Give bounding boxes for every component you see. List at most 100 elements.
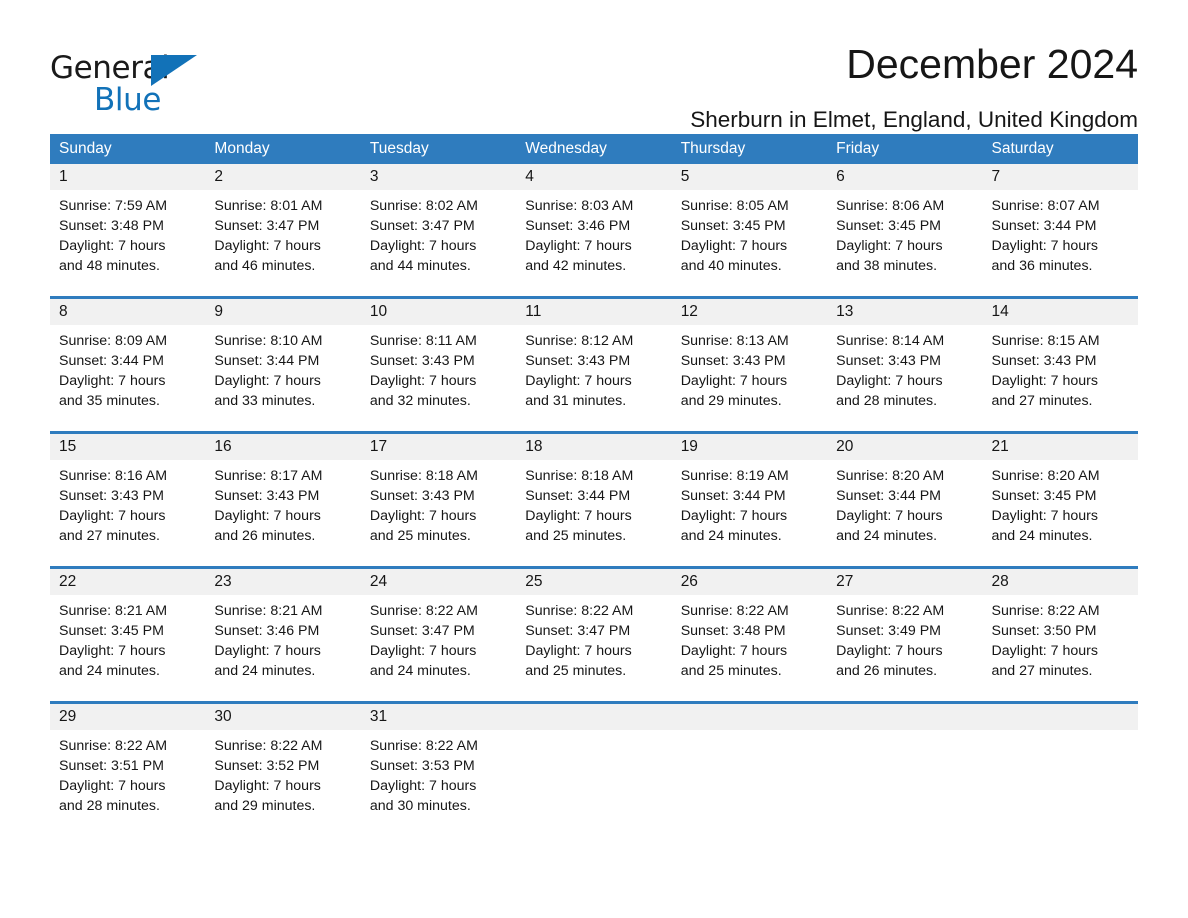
day-cell[interactable]: Sunrise: 8:15 AM Sunset: 3:43 PM Daylight:… — [983, 325, 1138, 421]
day-sunrise-line: Sunrise: 8:02 AM — [369, 198, 478, 214]
day-number[interactable]: 27 — [827, 569, 982, 595]
day-cell[interactable]: Sunrise: 8:11 AM Sunset: 3:43 PM Daylight:… — [361, 325, 516, 421]
weekday-header-tuesday: Tuesday — [369, 140, 429, 157]
day-number[interactable]: 13 — [827, 299, 982, 325]
day-number[interactable]: 4 — [516, 164, 671, 190]
day-cell[interactable]: Sunrise: 8:22 AM Sunset: 3:51 PM Daylight:… — [50, 730, 205, 826]
calendar-week-row: 1 2 3 4 5 6 7 Sunrise: 7:59 AM Sunset: 3:48 PM Da… — [50, 164, 1138, 286]
day-cell[interactable]: Sunrise: 8:20 AM Sunset: 3:45 PM Daylight:… — [983, 460, 1138, 556]
week-detail-band: Sunrise: 8:16 AM Sunset: 3:43 PM Daylight:… — [50, 460, 1138, 556]
logo-text-blue: Blue — [94, 82, 161, 118]
day-daylight-line: Daylight: 7 hours — [991, 238, 1098, 254]
day-number[interactable]: 19 — [672, 434, 827, 460]
day-cell[interactable]: Sunrise: 8:13 AM Sunset: 3:43 PM Daylight:… — [672, 325, 827, 421]
day-number[interactable]: 22 — [50, 569, 205, 595]
day-number[interactable]: 29 — [50, 704, 205, 730]
day-number[interactable]: 7 — [983, 164, 1138, 190]
day-daylight-line: and 24 minutes. — [59, 663, 160, 679]
day-daylight-line: and 25 minutes. — [525, 663, 627, 679]
week-day-number-band: 8 9 10 11 12 13 14 — [50, 299, 1138, 325]
day-daylight-line: and 24 minutes. — [836, 528, 938, 544]
day-number[interactable]: 3 — [361, 164, 516, 190]
day-sunset-line: Sunset: 3:44 PM — [836, 488, 941, 504]
day-cell[interactable]: Sunrise: 8:21 AM Sunset: 3:46 PM Daylight:… — [205, 595, 360, 691]
day-number[interactable]: 31 — [361, 704, 516, 730]
week-day-number-band: 15 16 17 18 19 20 21 — [50, 434, 1138, 460]
day-daylight-line: Daylight: 7 hours — [214, 373, 321, 389]
day-cell[interactable]: Sunrise: 7:59 AM Sunset: 3:48 PM Daylight:… — [50, 190, 205, 286]
day-number[interactable]: 20 — [827, 434, 982, 460]
day-number[interactable]: 1 — [50, 164, 205, 190]
day-daylight-line: Daylight: 7 hours — [59, 373, 166, 389]
day-number[interactable]: 9 — [205, 299, 360, 325]
day-number[interactable]: 26 — [672, 569, 827, 595]
day-number[interactable]: 8 — [50, 299, 205, 325]
day-sunset-line: Sunset: 3:50 PM — [991, 623, 1097, 639]
day-sunset-line: Sunset: 3:44 PM — [59, 353, 164, 369]
day-number[interactable]: 10 — [361, 299, 516, 325]
day-number[interactable]: 14 — [983, 299, 1138, 325]
day-cell[interactable]: Sunrise: 8:02 AM Sunset: 3:47 PM Daylight:… — [361, 190, 516, 286]
day-cell[interactable]: Sunrise: 8:18 AM Sunset: 3:43 PM Daylight:… — [361, 460, 516, 556]
day-daylight-line: Daylight: 7 hours — [369, 508, 477, 524]
day-cell[interactable]: Sunrise: 8:16 AM Sunset: 3:43 PM Daylight:… — [50, 460, 205, 556]
day-sunset-line: Sunset: 3:47 PM — [214, 218, 320, 234]
day-sunrise-line: Sunrise: 8:22 AM — [991, 603, 1100, 619]
day-number[interactable]: 12 — [672, 299, 827, 325]
day-number[interactable]: 2 — [205, 164, 360, 190]
day-number[interactable]: 17 — [361, 434, 516, 460]
day-number[interactable]: 6 — [827, 164, 982, 190]
day-cell[interactable]: Sunrise: 8:12 AM Sunset: 3:43 PM Daylight:… — [516, 325, 671, 421]
day-cell[interactable]: Sunrise: 8:22 AM Sunset: 3:47 PM Daylight:… — [361, 595, 516, 691]
day-cell[interactable]: Sunrise: 8:22 AM Sunset: 3:50 PM Daylight:… — [983, 595, 1138, 691]
day-cell[interactable]: Sunrise: 8:22 AM Sunset: 3:52 PM Daylight:… — [205, 730, 360, 826]
day-number[interactable]: 18 — [516, 434, 671, 460]
day-cell[interactable]: Sunrise: 8:05 AM Sunset: 3:45 PM Daylight:… — [672, 190, 827, 286]
day-cell[interactable]: Sunrise: 8:19 AM Sunset: 3:44 PM Daylight:… — [672, 460, 827, 556]
day-sunrise-line: Sunrise: 8:22 AM — [369, 603, 478, 619]
day-daylight-line: Daylight: 7 hours — [836, 238, 943, 254]
day-sunset-line: Sunset: 3:43 PM — [369, 353, 475, 369]
title-block: December 2024 Sherburn in Elmet, England… — [210, 44, 1138, 133]
day-number[interactable]: 30 — [205, 704, 360, 730]
day-cell[interactable]: Sunrise: 8:22 AM Sunset: 3:49 PM Daylight:… — [827, 595, 982, 691]
day-number[interactable]: 28 — [983, 569, 1138, 595]
day-daylight-line: and 24 minutes. — [680, 528, 782, 544]
day-sunset-line: Sunset: 3:44 PM — [991, 218, 1097, 234]
day-cell[interactable]: Sunrise: 8:20 AM Sunset: 3:44 PM Daylight:… — [827, 460, 982, 556]
day-cell[interactable]: Sunrise: 8:03 AM Sunset: 3:46 PM Daylight:… — [516, 190, 671, 286]
day-daylight-line: and 25 minutes. — [680, 663, 782, 679]
day-cell[interactable]: Sunrise: 8:10 AM Sunset: 3:44 PM Daylight:… — [205, 325, 360, 421]
day-cell[interactable]: Sunrise: 8:06 AM Sunset: 3:45 PM Daylight:… — [827, 190, 982, 286]
day-cell[interactable]: Sunrise: 8:07 AM Sunset: 3:44 PM Daylight:… — [983, 190, 1138, 286]
day-daylight-line: Daylight: 7 hours — [525, 643, 632, 659]
day-cell[interactable]: Sunrise: 8:22 AM Sunset: 3:53 PM Daylight:… — [361, 730, 516, 826]
day-sunrise-line: Sunrise: 8:18 AM — [525, 468, 634, 484]
day-sunrise-line: Sunrise: 8:11 AM — [369, 333, 477, 349]
day-cell[interactable]: Sunrise: 8:21 AM Sunset: 3:45 PM Daylight:… — [50, 595, 205, 691]
day-number[interactable]: 25 — [516, 569, 671, 595]
day-number[interactable]: 21 — [983, 434, 1138, 460]
weekday-header-sunday: Sunday — [59, 140, 112, 157]
day-sunset-line: Sunset: 3:46 PM — [214, 623, 320, 639]
day-number[interactable]: 23 — [205, 569, 360, 595]
day-daylight-line: and 40 minutes. — [680, 258, 782, 274]
day-number[interactable]: 5 — [672, 164, 827, 190]
day-cell[interactable]: Sunrise: 8:09 AM Sunset: 3:44 PM Daylight:… — [50, 325, 205, 421]
day-cell[interactable]: Sunrise: 8:17 AM Sunset: 3:43 PM Daylight:… — [205, 460, 360, 556]
day-daylight-line: Daylight: 7 hours — [59, 643, 166, 659]
day-sunrise-line: Sunrise: 8:16 AM — [59, 468, 168, 484]
day-daylight-line: and 36 minutes. — [991, 258, 1093, 274]
day-cell[interactable]: Sunrise: 8:14 AM Sunset: 3:43 PM Daylight:… — [827, 325, 982, 421]
day-daylight-line: Daylight: 7 hours — [680, 508, 788, 524]
day-number[interactable]: 11 — [516, 299, 671, 325]
day-number[interactable]: 15 — [50, 434, 205, 460]
day-number[interactable]: 16 — [205, 434, 360, 460]
day-cell[interactable]: Sunrise: 8:01 AM Sunset: 3:47 PM Daylight:… — [205, 190, 360, 286]
day-daylight-line: and 27 minutes. — [59, 528, 160, 544]
day-cell[interactable]: Sunrise: 8:18 AM Sunset: 3:44 PM Daylight:… — [516, 460, 671, 556]
day-cell[interactable]: Sunrise: 8:22 AM Sunset: 3:48 PM Daylight:… — [672, 595, 827, 691]
day-cell[interactable]: Sunrise: 8:22 AM Sunset: 3:47 PM Daylight:… — [516, 595, 671, 691]
calendar-grid: Sunday Monday Tuesday Wednesday Thursday… — [50, 134, 1138, 826]
day-number[interactable]: 24 — [361, 569, 516, 595]
